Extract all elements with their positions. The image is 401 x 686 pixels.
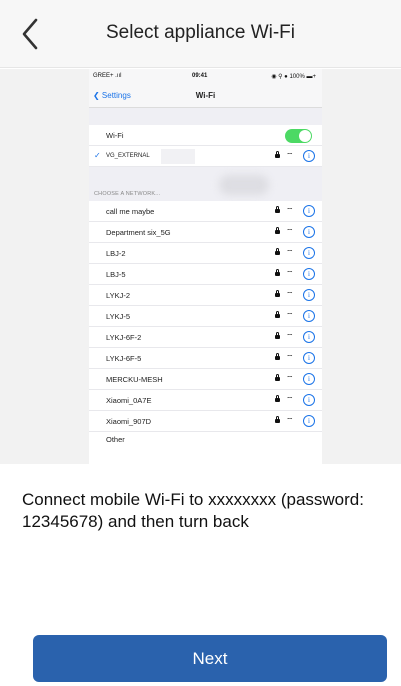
connected-network-row: ✓ VG_EXTERNAL ⌔ i — [89, 146, 322, 167]
info-icon: i — [303, 415, 315, 427]
choose-network-header: CHOOSE A NETWORK... — [89, 167, 322, 201]
guide-phone-screenshot: GREE+ .ııl 09:41 ◉ ⚲ ● 100% ▬+ ❮ Setting… — [89, 69, 322, 464]
instruction-text: Connect mobile Wi-Fi to xxxxxxxx (passwo… — [22, 490, 364, 531]
network-row: call me maybe ⌔ i — [89, 201, 322, 222]
wifi-signal-icon: ⌔ — [286, 416, 294, 425]
network-icons: ⌔ i — [275, 331, 315, 343]
network-row: LBJ-5 ⌔ i — [89, 264, 322, 285]
time-label: 09:41 — [192, 73, 208, 79]
info-icon: i — [303, 150, 315, 162]
network-row: Xiaomi_0A7E ⌔ i — [89, 390, 322, 411]
network-name: Department six_5G — [106, 228, 171, 237]
page-title: Select appliance Wi-Fi — [105, 22, 296, 43]
network-name: LYKJ-6F-5 — [106, 354, 142, 363]
network-icons: ⌔ i — [275, 310, 315, 322]
guide-image-area: GREE+ .ııl 09:41 ◉ ⚲ ● 100% ▬+ ❮ Setting… — [0, 69, 401, 464]
next-button[interactable]: Next — [33, 635, 387, 682]
network-name: Xiaomi_907D — [106, 417, 152, 426]
lock-icon — [275, 227, 280, 234]
lock-icon — [275, 332, 280, 339]
spacer — [89, 108, 322, 125]
header-bar: Select appliance Wi-Fi — [0, 0, 401, 68]
info-icon: i — [303, 310, 315, 322]
network-name: LBJ-2 — [106, 249, 126, 258]
redaction-blur — [219, 175, 269, 195]
info-icon: i — [303, 394, 315, 406]
network-name: LYKJ-6F-2 — [106, 333, 142, 342]
section-header-label: CHOOSE A NETWORK... — [94, 191, 161, 197]
network-name: LBJ-5 — [106, 270, 126, 279]
info-icon: i — [303, 268, 315, 280]
network-icons: ⌔ i — [275, 268, 315, 280]
wifi-signal-icon: ⌔ — [286, 151, 294, 160]
lock-icon — [275, 248, 280, 255]
network-icons: ⌔ i — [275, 394, 315, 406]
wifi-signal-icon: ⌔ — [286, 206, 294, 215]
lock-icon — [275, 416, 280, 423]
network-name: MERCKU-MESH — [106, 375, 163, 384]
redaction-blur — [161, 149, 195, 164]
network-row-other: Other — [89, 432, 322, 444]
info-icon: i — [303, 205, 315, 217]
network-row: LYKJ-5 ⌔ i — [89, 306, 322, 327]
phone-status-bar: GREE+ .ııl 09:41 ◉ ⚲ ● 100% ▬+ — [89, 69, 322, 83]
info-icon: i — [303, 331, 315, 343]
network-name: Xiaomi_0A7E — [106, 396, 152, 405]
info-icon: i — [303, 247, 315, 259]
network-icons: ⌔ i — [275, 247, 315, 259]
network-row: LYKJ-6F-5 ⌔ i — [89, 348, 322, 369]
network-row: Xiaomi_907D ⌔ i — [89, 411, 322, 432]
wifi-signal-icon: ⌔ — [286, 290, 294, 299]
wifi-toggle-switch — [285, 129, 312, 143]
info-icon: i — [303, 226, 315, 238]
wifi-signal-icon: ⌔ — [286, 332, 294, 341]
network-name: LYKJ-2 — [106, 291, 131, 300]
phone-nav-title: Wi-Fi — [195, 91, 216, 100]
lock-icon — [275, 395, 280, 402]
lock-icon — [275, 151, 280, 158]
network-icons: ⌔ i — [275, 226, 315, 238]
wifi-signal-icon: ⌔ — [286, 311, 294, 320]
network-row: Department six_5G ⌔ i — [89, 222, 322, 243]
wifi-signal-icon: ⌔ — [286, 353, 294, 362]
phone-nav-bar: ❮ Settings Wi-Fi — [89, 83, 322, 108]
checkmark-icon: ✓ — [94, 151, 101, 160]
lock-icon — [275, 311, 280, 318]
battery-label: ◉ ⚲ ● 100% ▬+ — [271, 74, 316, 80]
wifi-label: Wi-Fi — [106, 131, 124, 140]
wifi-signal-icon: ⌔ — [286, 374, 294, 383]
network-row: LBJ-2 ⌔ i — [89, 243, 322, 264]
lock-icon — [275, 269, 280, 276]
connected-network-name: VG_EXTERNAL — [106, 153, 150, 159]
network-icons: ⌔ i — [275, 289, 315, 301]
network-row: LYKJ-6F-2 ⌔ i — [89, 327, 322, 348]
other-network-label: Other — [106, 435, 125, 444]
wifi-signal-icon: ⌔ — [286, 248, 294, 257]
info-icon: i — [303, 289, 315, 301]
network-icons: ⌔ i — [275, 150, 315, 162]
lock-icon — [275, 353, 280, 360]
lock-icon — [275, 374, 280, 381]
carrier-label: GREE+ .ııl — [93, 73, 122, 79]
lock-icon — [275, 206, 280, 213]
wifi-signal-icon: ⌔ — [286, 269, 294, 278]
info-icon: i — [303, 352, 315, 364]
network-icons: ⌔ i — [275, 205, 315, 217]
network-name: call me maybe — [106, 207, 155, 216]
wifi-signal-icon: ⌔ — [286, 395, 294, 404]
lock-icon — [275, 290, 280, 297]
info-icon: i — [303, 373, 315, 385]
network-icons: ⌔ i — [275, 352, 315, 364]
network-list: call me maybe ⌔ i Department six_5G ⌔ i LBJ-… — [89, 201, 322, 444]
wifi-signal-icon: ⌔ — [286, 227, 294, 236]
network-row: MERCKU-MESH ⌔ i — [89, 369, 322, 390]
network-name: LYKJ-5 — [106, 312, 131, 321]
wifi-toggle-row: Wi-Fi — [89, 125, 322, 146]
network-row: LYKJ-2 ⌔ i — [89, 285, 322, 306]
network-icons: ⌔ i — [275, 373, 315, 385]
network-icons: ⌔ i — [275, 415, 315, 427]
